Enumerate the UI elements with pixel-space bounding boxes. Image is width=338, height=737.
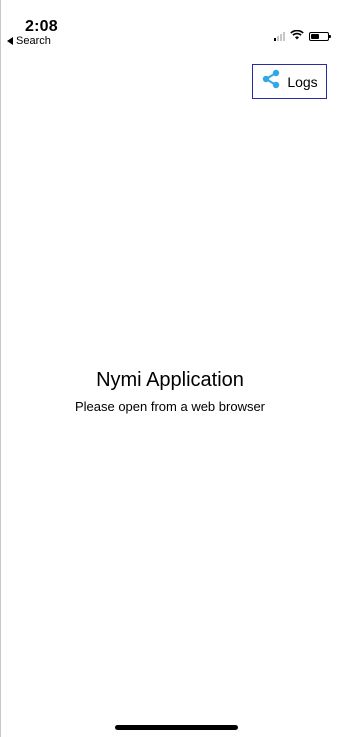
status-bar: 2:08 Search: [1, 0, 338, 48]
app-screen: 2:08 Search Logs Nymi Application Please…: [0, 0, 338, 737]
message-block: Nymi Application Please open from a web …: [1, 367, 338, 415]
status-time: 2:08: [25, 18, 58, 35]
back-arrow-icon: [7, 37, 13, 45]
status-icons: [274, 27, 331, 45]
app-subtitle: Please open from a web browser: [74, 399, 266, 414]
logs-button-label: Logs: [287, 73, 318, 90]
battery-icon: [309, 31, 331, 41]
home-indicator[interactable]: [115, 725, 238, 730]
wifi-icon: [290, 27, 304, 45]
back-link-label: Search: [16, 35, 51, 47]
logs-share-button[interactable]: Logs: [252, 64, 327, 99]
app-title: Nymi Application: [96, 369, 244, 391]
back-to-search-link[interactable]: Search: [7, 35, 51, 47]
cellular-signal-icon: [274, 31, 285, 41]
share-icon: [261, 69, 281, 94]
